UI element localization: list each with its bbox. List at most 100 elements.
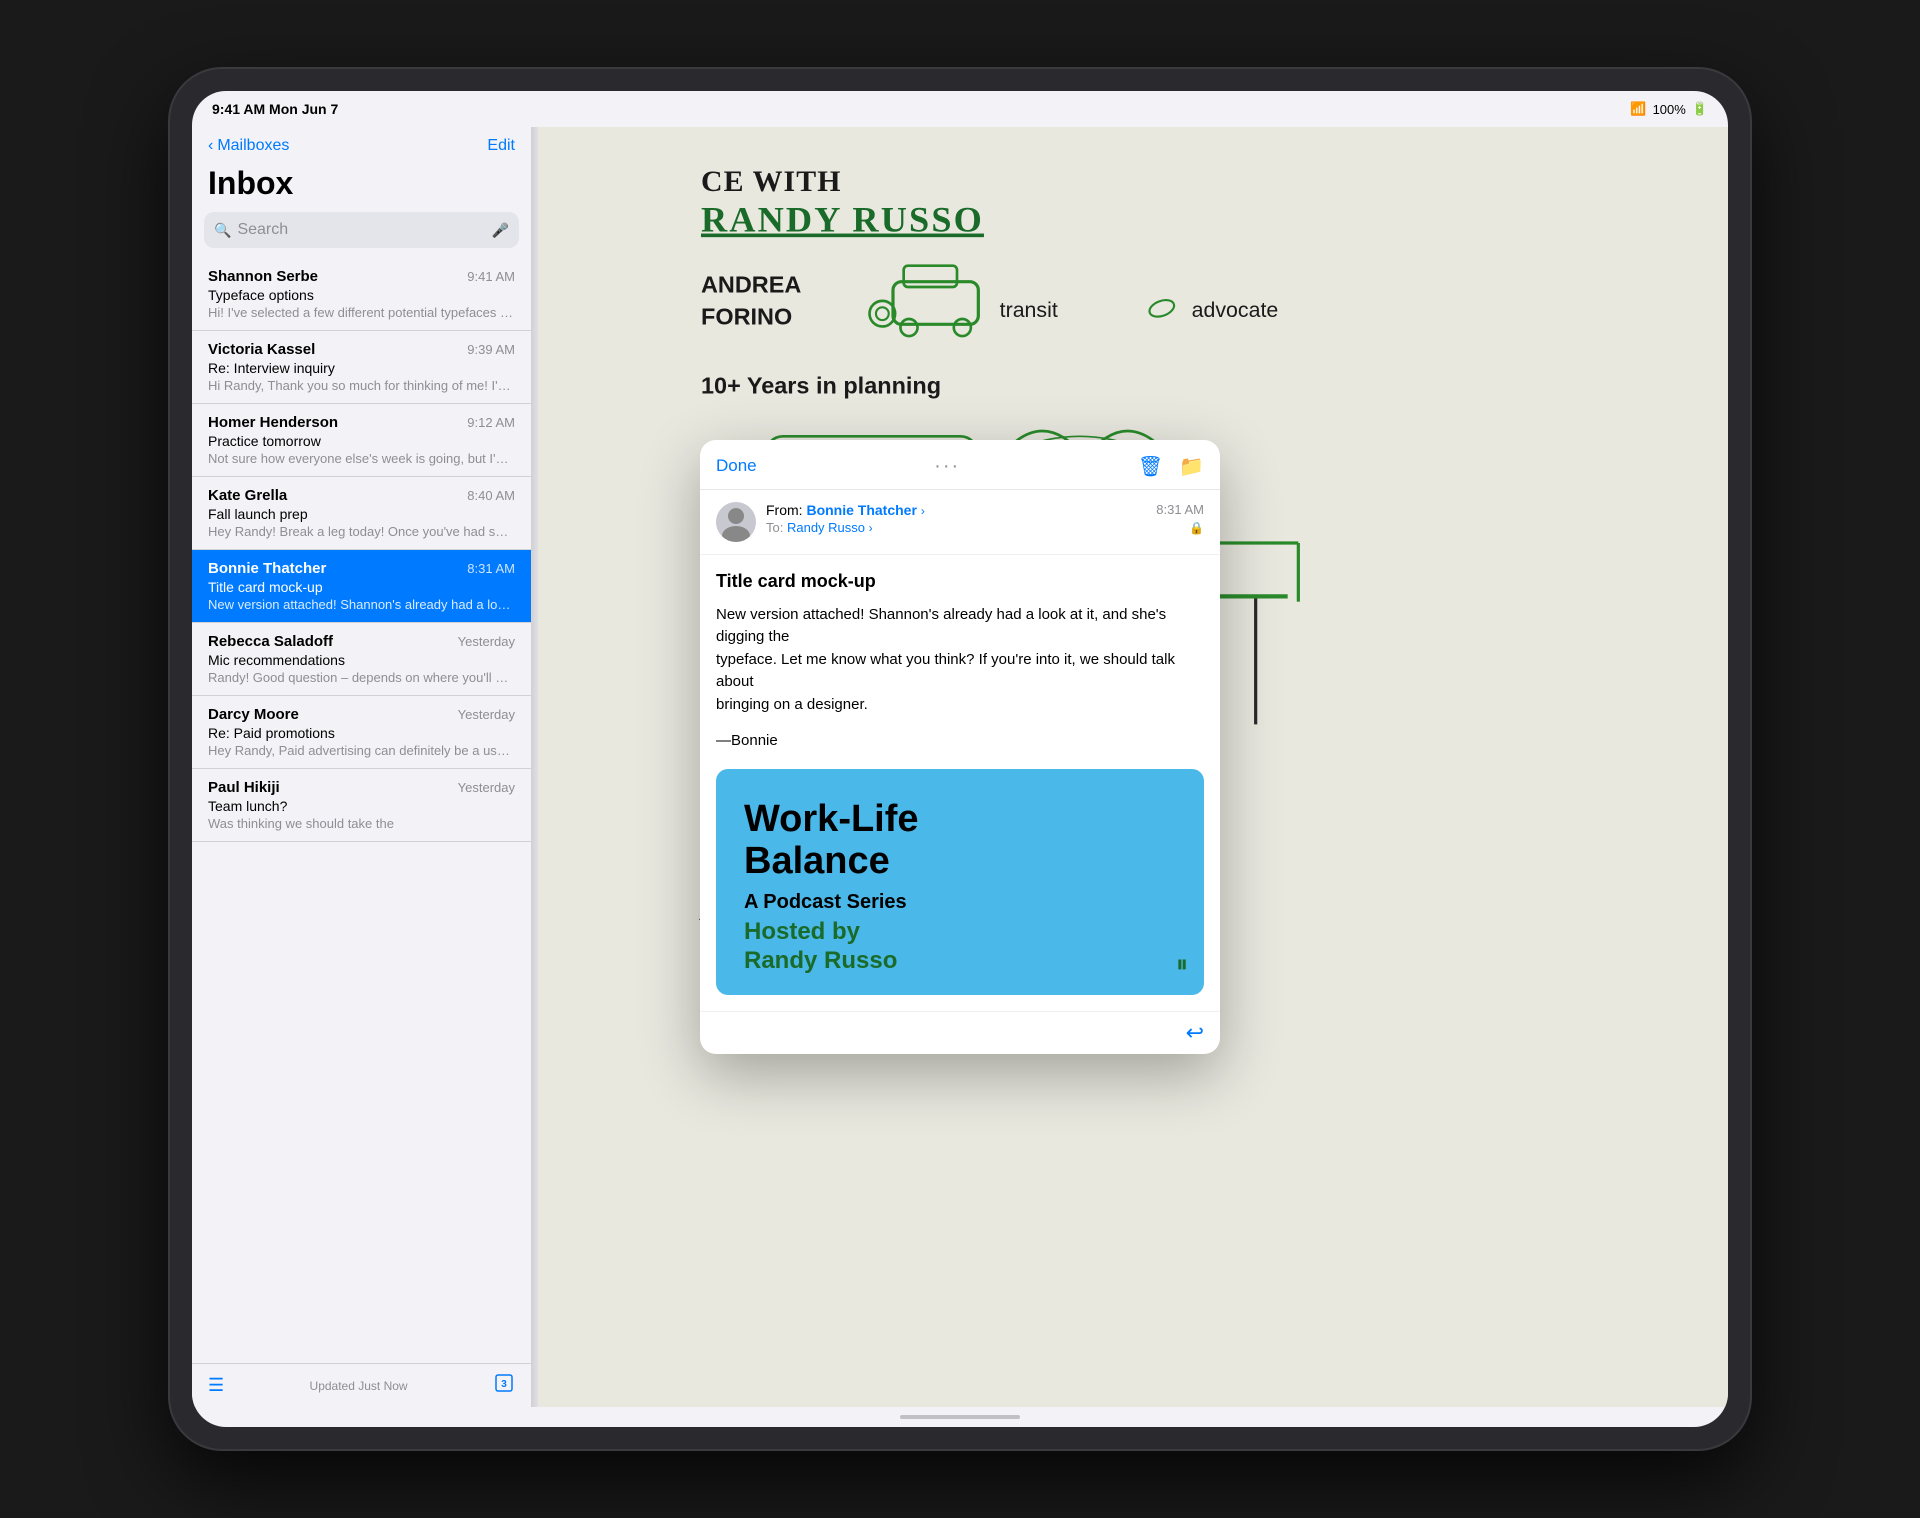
mail-subject: Team lunch? (208, 798, 515, 814)
modal-actions: 🗑 📁 (1138, 454, 1204, 479)
mail-item[interactable]: Homer Henderson 9:12 AM Practice tomorro… (192, 404, 531, 477)
mail-item[interactable]: Paul Hikiji Yesterday Team lunch? Was th… (192, 769, 531, 842)
mail-nav: ‹ Mailboxes Edit (192, 127, 531, 161)
status-time: 9:41 AM Mon Jun 7 (212, 101, 338, 117)
mail-preview: Hey Randy! Break a leg today! Once you'v… (208, 524, 515, 539)
podcast-play-button[interactable]: ⏸ (1176, 951, 1188, 979)
email-modal: Done ··· 🗑 📁 (700, 440, 1220, 1055)
podcast-host: Hosted by Randy Russo (744, 918, 1176, 976)
mail-list: Shannon Serbe 9:41 AM Typeface options H… (192, 258, 531, 1363)
mail-sidebar: ‹ Mailboxes Edit Inbox 🔍 Search 🎤 Shan (192, 127, 532, 1407)
mail-item[interactable]: Rebecca Saladoff Yesterday Mic recommend… (192, 623, 531, 696)
mail-time: Yesterday (458, 634, 515, 649)
inbox-title: Inbox (192, 161, 531, 212)
email-time-section: 8:31 AM 🔒 (1156, 502, 1204, 535)
sidebar-bottom: ☰ Updated Just Now 3 (192, 1363, 531, 1407)
lock-icon: 🔒 (1189, 521, 1204, 535)
mail-preview: New version attached! Shannon's already … (208, 597, 515, 612)
podcast-card: Work-Life Balance A Podcast Series Hoste… (716, 769, 1204, 995)
mail-preview: Hi Randy, Thank you so much for thinking… (208, 378, 515, 393)
search-bar[interactable]: 🔍 Search 🎤 (204, 212, 519, 248)
recipient-name[interactable]: Randy Russo (787, 520, 865, 535)
mail-subject: Practice tomorrow (208, 433, 515, 449)
search-placeholder: Search (237, 221, 485, 239)
svg-text:10+ Years in planning: 10+ Years in planning (701, 373, 941, 399)
email-time: 8:31 AM (1156, 502, 1204, 517)
mail-subject: Fall launch prep (208, 506, 515, 522)
mail-time: 9:41 AM (467, 269, 515, 284)
mail-time: 8:31 AM (467, 561, 515, 576)
mail-sender: Paul Hikiji (208, 779, 280, 796)
mail-time: 9:39 AM (467, 342, 515, 357)
podcast-title: Work-Life Balance (744, 799, 1176, 883)
email-body: New version attached! Shannon's already … (716, 604, 1204, 717)
mail-subject: Typeface options (208, 287, 515, 303)
search-icon: 🔍 (214, 222, 231, 239)
mail-item[interactable]: Kate Grella 8:40 AM Fall launch prep Hey… (192, 477, 531, 550)
mail-preview: Not sure how everyone else's week is goi… (208, 451, 515, 466)
mail-item[interactable]: Darcy Moore Yesterday Re: Paid promotion… (192, 696, 531, 769)
compose-button[interactable]: 3 (493, 1372, 515, 1399)
email-from-section: From: Bonnie Thatcher › To: Randy Russo … (700, 490, 1220, 555)
from-label: From: (766, 502, 803, 518)
mail-item-selected[interactable]: Bonnie Thatcher 8:31 AM Title card mock-… (192, 550, 531, 623)
mail-sender: Victoria Kassel (208, 341, 315, 358)
mail-subject: Re: Paid promotions (208, 725, 515, 741)
svg-text:3: 3 (501, 1379, 507, 1390)
edit-button[interactable]: Edit (487, 137, 515, 155)
home-bar (900, 1415, 1020, 1419)
svg-text:advocate: advocate (1192, 298, 1279, 322)
modal-body: Title card mock-up New version attached!… (700, 555, 1220, 1012)
folder-button[interactable]: 📁 (1179, 454, 1204, 479)
status-bar: 9:41 AM Mon Jun 7 📶 100% 🔋 (192, 91, 1728, 127)
updated-text: Updated Just Now (310, 1379, 408, 1393)
mail-time: Yesterday (458, 780, 515, 795)
svg-text:transit: transit (1000, 298, 1058, 322)
svg-text:ANDREA: ANDREA (701, 271, 801, 297)
modal-footer: ↩ (700, 1011, 1220, 1054)
mic-icon: 🎤 (492, 222, 509, 239)
to-label: To: (766, 520, 783, 535)
mail-item[interactable]: Shannon Serbe 9:41 AM Typeface options H… (192, 258, 531, 331)
done-button[interactable]: Done (716, 456, 757, 476)
from-line: From: Bonnie Thatcher › (766, 502, 1146, 518)
mail-preview: Hey Randy, Paid advertising can definite… (208, 743, 515, 758)
modal-toolbar: Done ··· 🗑 📁 (700, 440, 1220, 490)
svg-text:FORINO: FORINO (701, 303, 792, 329)
to-line: To: Randy Russo › (766, 520, 1146, 535)
mail-preview: Hi! I've selected a few different potent… (208, 305, 515, 320)
mail-sender: Bonnie Thatcher (208, 560, 326, 577)
svg-text:RANDY RUSSO: RANDY RUSSO (701, 200, 984, 240)
ipad-screen: 9:41 AM Mon Jun 7 📶 100% 🔋 ‹ Mailboxes E… (192, 91, 1728, 1427)
mail-sender: Kate Grella (208, 487, 287, 504)
from-details: From: Bonnie Thatcher › To: Randy Russo … (766, 502, 1146, 535)
main-content: ‹ Mailboxes Edit Inbox 🔍 Search 🎤 Shan (192, 127, 1728, 1407)
trash-button[interactable]: 🗑 (1138, 454, 1163, 479)
podcast-subtitle: A Podcast Series (744, 891, 1176, 914)
svg-text:CE WITH: CE WITH (701, 165, 842, 198)
sender-avatar (716, 502, 756, 542)
mail-subject: Title card mock-up (208, 579, 515, 595)
mail-sender: Shannon Serbe (208, 268, 318, 285)
notes-compose-icon[interactable]: ☰ (208, 1375, 224, 1396)
mail-sender: Homer Henderson (208, 414, 338, 431)
mail-time: 8:40 AM (467, 488, 515, 503)
mail-preview: Randy! Good question – depends on where … (208, 670, 515, 685)
reply-button[interactable]: ↩ (1186, 1020, 1204, 1046)
battery-icon: 🔋 (1692, 101, 1708, 117)
email-signature: —Bonnie (716, 732, 1204, 749)
email-subject: Title card mock-up (716, 571, 1204, 592)
more-options-button[interactable]: ··· (934, 455, 960, 478)
recipient-chevron-icon: › (869, 521, 873, 535)
home-indicator (192, 1407, 1728, 1427)
ipad-frame: 9:41 AM Mon Jun 7 📶 100% 🔋 ‹ Mailboxes E… (170, 69, 1750, 1449)
status-right: 📶 100% 🔋 (1630, 101, 1708, 117)
mail-item[interactable]: Victoria Kassel 9:39 AM Re: Interview in… (192, 331, 531, 404)
mail-subject: Mic recommendations (208, 652, 515, 668)
back-chevron-icon: ‹ (208, 137, 213, 155)
mail-sender: Rebecca Saladoff (208, 633, 333, 650)
sender-name[interactable]: Bonnie Thatcher (806, 502, 916, 518)
wifi-icon: 📶 (1630, 101, 1646, 117)
mailboxes-back-button[interactable]: ‹ Mailboxes (208, 137, 289, 155)
sender-chevron-icon: › (921, 504, 925, 518)
